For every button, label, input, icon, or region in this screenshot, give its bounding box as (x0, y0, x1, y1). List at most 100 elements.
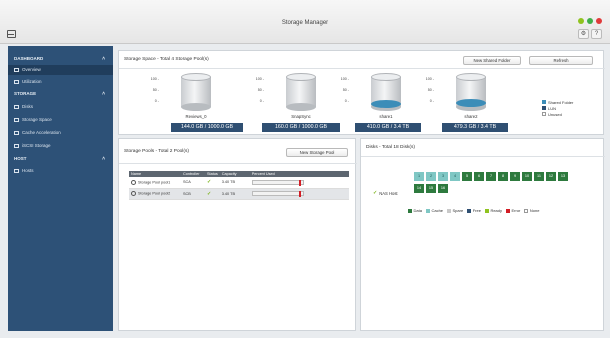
legend-spare: Spare (447, 208, 463, 213)
pool-controller: SCB (181, 188, 205, 200)
volume-capacity: 410.0 GB / 3.4 TB (355, 123, 421, 132)
volume-capacity: 144.0 GB / 1000.0 GB (171, 123, 243, 132)
disk-slot[interactable]: 10 (522, 172, 532, 181)
status-ok-icon: ✓ (207, 190, 212, 197)
storage-pools-table: Name Controller Status Capacity Percent … (129, 171, 349, 200)
legend-cache: Cache (425, 208, 443, 213)
disk-legend: Data Cache Spare Free Ready Error None (408, 208, 539, 213)
nas-host-row[interactable]: ✓ NAS Host (373, 190, 398, 196)
shared-folder-swatch (542, 100, 546, 104)
pool-icon (131, 179, 136, 185)
pool-icon (131, 191, 136, 196)
sidebar-item-iscsi-storage[interactable]: iSCSI Storage (8, 141, 113, 151)
disk-slot[interactable]: 11 (534, 172, 544, 181)
window-title: Storage Manager (281, 20, 329, 26)
disks-title: Disks - Total 18 Disk(s) (366, 145, 415, 150)
chevron-up-icon: ˄ (102, 156, 105, 162)
volume-share1[interactable]: 100 - 50 - 0 - share1 (339, 73, 427, 123)
sidebar-item-overview[interactable]: Overview (8, 65, 113, 75)
disk-slot[interactable]: 16 (438, 184, 448, 193)
pool-name: Storage Pool pool2 (138, 191, 171, 196)
sidebar-section-dashboard[interactable]: DASHBOARD ˄ (8, 54, 113, 64)
unused-swatch (542, 112, 546, 116)
legend-data: Data (408, 208, 422, 213)
storage-space-title: Storage Space - Total 4 Storage Pool(s) (124, 57, 209, 62)
disk-slot[interactable]: 12 (546, 172, 556, 181)
cache-icon (14, 131, 19, 135)
sidebar-item-utilization[interactable]: Utilization (8, 77, 113, 87)
window-titlebar: Storage Manager ⚙ ? (0, 0, 610, 44)
overview-icon (14, 68, 19, 72)
disk-slot[interactable]: 3 (438, 172, 448, 181)
legend-unused: Unused (542, 111, 573, 117)
volume-name: SnapSync (291, 114, 311, 119)
sidebar-item-storage-space[interactable]: Storage Space (8, 115, 113, 125)
volume-name: Reviews_0 (185, 114, 207, 119)
status-ok-icon: ✓ (373, 190, 378, 196)
disk-slot[interactable]: 1 (414, 172, 424, 181)
sidebar-item-disks[interactable]: Disks (8, 102, 113, 112)
disk-slot[interactable]: 5 (462, 172, 472, 181)
legend-ready: Ready (484, 208, 502, 213)
disk-slot[interactable]: 6 (474, 172, 484, 181)
iscsi-icon (14, 144, 19, 148)
disk-slot[interactable]: 14 (414, 184, 424, 193)
pool-controller: SCA (181, 177, 205, 189)
volume-share2[interactable]: 100 - 50 - 0 - share2 (424, 73, 512, 123)
legend-free: Free (467, 208, 481, 213)
volume-name: share1 (379, 114, 393, 119)
storage-space-panel: Storage Space - Total 4 Storage Pool(s) … (118, 50, 605, 135)
utilization-icon (14, 80, 19, 84)
lun-swatch (542, 106, 546, 110)
refresh-button[interactable]: Refresh (529, 56, 593, 65)
nas-host-label: NAS Host (379, 190, 398, 196)
sidebar-section-storage[interactable]: STORAGE ˄ (8, 89, 113, 99)
sidebar: DASHBOARD ˄ Overview Utilization STORAGE ˄… (8, 46, 113, 331)
chevron-up-icon: ˄ (102, 56, 105, 62)
disks-icon (14, 105, 19, 109)
volume-snapsync[interactable]: 100 - 50 - 0 - SnapSync (254, 73, 342, 123)
disks-panel: Disks - Total 18 Disk(s) (360, 138, 605, 331)
percent-used-bar (251, 179, 304, 186)
menu-icon[interactable] (7, 30, 16, 38)
table-row[interactable]: Storage Pool pool2 SCB ✓ 3.40 TB (129, 188, 349, 200)
disk-slot[interactable]: 2 (426, 172, 436, 181)
disk-slot[interactable]: 7 (486, 172, 496, 181)
help-button[interactable]: ? (591, 29, 602, 39)
minimize-icon[interactable] (578, 18, 584, 24)
percent-used-bar (251, 191, 304, 197)
new-storage-pool-button[interactable]: New Storage Pool (286, 148, 348, 157)
window-controls (578, 18, 602, 24)
close-icon[interactable] (596, 18, 602, 24)
legend-error: Error (506, 208, 520, 213)
pool-capacity: 3.40 TB (219, 188, 250, 200)
sidebar-item-cache-acceleration[interactable]: Cache Acceleration (8, 128, 113, 138)
volume-cylinder (181, 73, 211, 111)
new-shared-folder-button[interactable]: New Shared Folder (463, 56, 521, 65)
volume-cylinder (371, 73, 401, 111)
disk-slot[interactable]: 4 (450, 172, 460, 181)
status-ok-icon: ✓ (207, 179, 212, 186)
volume-reviews[interactable]: 100 - 50 - 0 - Reviews_0 (149, 73, 237, 123)
volume-capacity: 479.3 GB / 3.4 TB (442, 123, 508, 132)
storage-pools-title: Storage Pools - Total 2 Pool(s) (124, 149, 189, 154)
maximize-icon[interactable] (587, 18, 593, 24)
sidebar-item-hosts[interactable]: Hosts (8, 166, 113, 176)
disk-slot[interactable]: 9 (510, 172, 520, 181)
storage-legend: Shared Folder LUN Unused (542, 99, 573, 117)
pool-name: Storage Pool pool1 (138, 180, 171, 185)
volume-cylinder (286, 73, 316, 111)
hosts-icon (14, 169, 19, 173)
disk-slot[interactable]: 8 (498, 172, 508, 181)
storage-space-icon (14, 118, 19, 122)
table-row[interactable]: Storage Pool pool1 SCA ✓ 3.40 TB (129, 177, 349, 189)
disk-slot[interactable]: 13 (558, 172, 568, 181)
sidebar-section-host[interactable]: HOST ˄ (8, 154, 113, 164)
disk-slot[interactable]: 15 (426, 184, 436, 193)
storage-pools-panel: Storage Pools - Total 2 Pool(s) New Stor… (118, 138, 357, 331)
volume-cylinder (456, 73, 486, 111)
volume-name: share2 (464, 114, 478, 119)
settings-button[interactable]: ⚙ (578, 29, 589, 39)
volume-capacity: 160.0 GB / 1000.0 GB (262, 123, 340, 132)
legend-none: None (524, 208, 539, 213)
